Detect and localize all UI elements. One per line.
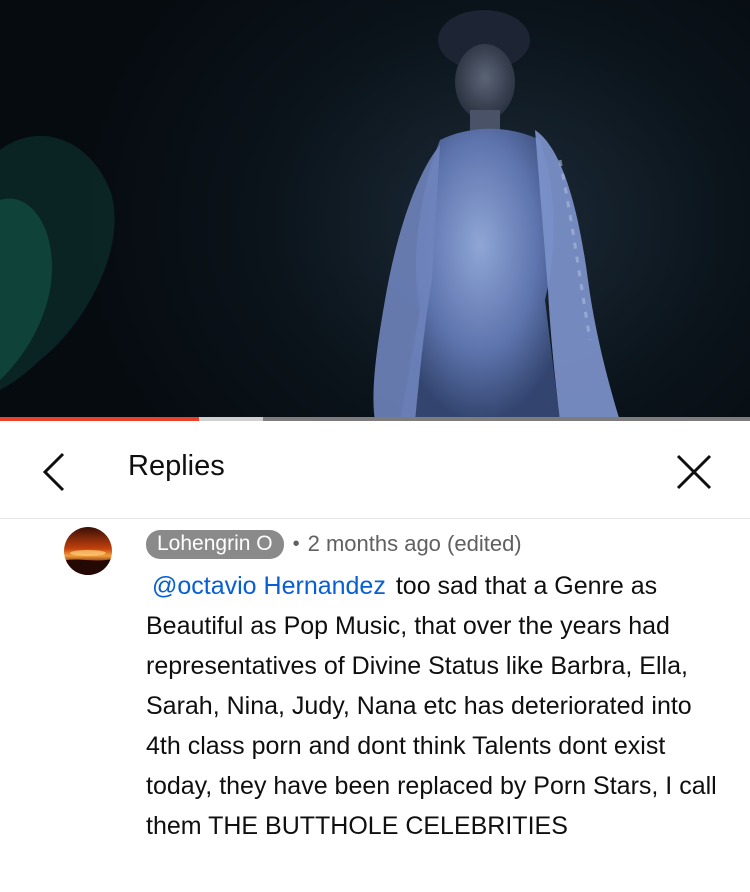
page-title: Replies — [128, 450, 225, 482]
replies-header: Replies — [0, 422, 750, 519]
close-button[interactable] — [664, 444, 724, 500]
video-progress-bar[interactable] — [0, 417, 750, 421]
back-button[interactable] — [26, 444, 82, 500]
video-player[interactable] — [0, 0, 750, 421]
avatar-image — [64, 527, 112, 575]
progress-played — [0, 417, 199, 421]
close-icon — [676, 454, 712, 490]
reply-comment: Lohengrin O • 2 months ago (edited) @oct… — [0, 519, 750, 892]
author-name[interactable]: Lohengrin O — [146, 529, 284, 559]
comment-body: too sad that a Genre as Beautiful as Pop… — [146, 572, 717, 840]
comment-time: 2 months ago (edited) — [307, 531, 522, 556]
mention-link[interactable]: @octavio Hernandez — [152, 572, 386, 600]
meta-separator: • — [292, 532, 300, 555]
video-frame — [0, 10, 620, 421]
avatar[interactable] — [64, 527, 112, 575]
comment-meta: Lohengrin O • 2 months ago (edited) — [146, 529, 522, 559]
comment-text: @octavio Hernandez too sad that a Genre a… — [146, 566, 726, 846]
chevron-left-icon — [42, 452, 65, 492]
